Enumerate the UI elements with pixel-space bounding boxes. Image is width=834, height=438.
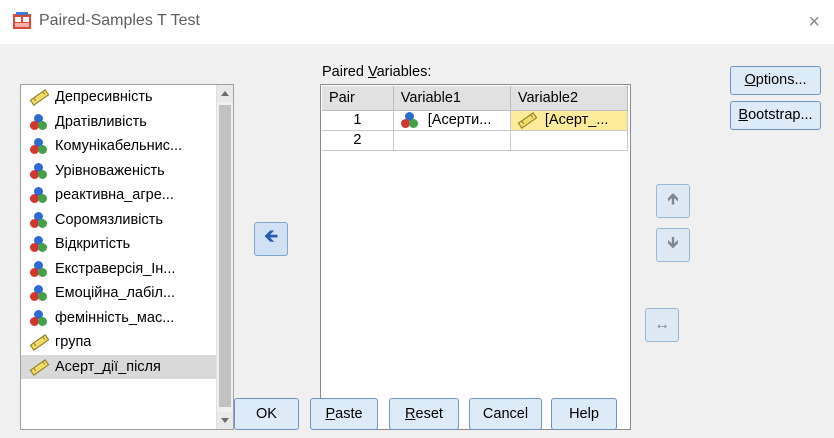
ok-button[interactable]: OK [234,398,299,430]
scale-ruler-icon [29,333,50,352]
nominal-icon [29,211,49,229]
paste-button[interactable]: Paste [310,398,378,430]
nominal-icon [29,235,49,253]
list-item-label: Дратівливість [55,113,147,130]
variable2-value: [Асерт_... [544,111,609,128]
move-to-pair-button[interactable]: 🡸 [254,222,288,256]
nominal-icon [29,162,49,180]
variable1-value: [Асерти... [427,111,492,128]
variable1-cell[interactable]: [Асерти... [393,110,511,131]
list-item-label: Відкритість [55,236,131,253]
dialog-body: Депресивність Дратівливість Комунікабельни… [0,44,834,438]
scale-ruler-icon [29,358,50,376]
list-item[interactable]: Комунікабельнис... [21,134,233,159]
column-header-variable2: Variable2 [510,86,629,111]
list-item-label: Депресивність [55,89,153,106]
source-list-scrollbar[interactable] [216,85,233,429]
table-row[interactable]: 1 [Асерти... [Асерт_... [322,110,629,131]
help-button[interactable]: Help [551,398,617,430]
nominal-icon [29,113,49,131]
variable1-cell[interactable] [393,130,511,151]
scroll-up-icon[interactable] [217,85,233,102]
list-item-label: група [55,334,92,351]
column-header-variable1: Variable1 [393,86,511,111]
list-item[interactable]: Емоційна_лабіл... [21,281,233,306]
list-item-label: фемінність_мас... [55,309,175,326]
nominal-icon [29,309,49,327]
options-button[interactable]: Options... [730,66,821,95]
cancel-button[interactable]: Cancel [469,398,542,430]
list-item[interactable]: Депресивність [21,85,233,110]
nominal-icon [29,284,49,302]
list-item-label: Комунікабельнис... [55,138,183,155]
app-icon [13,12,31,29]
variable2-cell[interactable] [510,130,629,151]
list-item[interactable]: Дратівливість [21,110,233,135]
arrow-up-icon: 🡹 [667,190,679,208]
scale-ruler-icon [29,88,50,107]
list-item[interactable]: Відкритість [21,232,233,257]
list-item-label: Асерт_дії_після [55,358,161,375]
window-title: Paired-Samples T Test [39,12,200,29]
list-item[interactable]: реактивна_агре... [21,183,233,208]
table-row[interactable]: 2 [322,130,629,151]
list-item-label: реактивна_агре... [55,187,174,204]
move-down-button[interactable]: 🡻 [656,228,690,262]
nominal-icon [29,186,49,204]
swap-icon: ↔ [654,316,670,333]
column-header-pair: Pair [322,86,394,111]
pair-number: 2 [322,130,394,151]
variable2-cell[interactable]: [Асерт_... [510,110,629,131]
list-item-label: Соромязливість [55,211,163,228]
paired-variables-table: Pair Variable1 Variable2 1 [Асерти... [А… [322,86,629,151]
move-up-button[interactable]: 🡹 [656,184,690,218]
list-item[interactable]: фемінність_мас... [21,306,233,331]
nominal-icon [400,111,420,129]
bootstrap-button[interactable]: Bootstrap... [730,101,821,130]
list-item-label: Урівноваженість [55,162,165,179]
list-item[interactable]: Урівноваженість [21,159,233,184]
list-item[interactable]: Соромязливість [21,208,233,233]
list-item-label: Емоційна_лабіл... [55,285,176,302]
nominal-icon [29,137,49,155]
title-bar: Paired-Samples T Test × [0,0,834,44]
scale-ruler-icon [517,111,538,129]
list-item[interactable]: група [21,330,233,355]
list-item[interactable]: Асерт_дії_після [21,354,233,379]
list-item[interactable]: Екстраверсія_Ін... [21,257,233,282]
list-item-label: Екстраверсія_Ін... [55,260,176,277]
close-icon[interactable]: × [808,12,820,32]
scroll-down-icon[interactable] [217,412,233,429]
arrow-left-icon: 🡸 [263,226,279,246]
paired-variables-table-box[interactable]: Pair Variable1 Variable2 1 [Асерти... [А… [320,84,631,430]
nominal-icon [29,260,49,278]
swap-variables-button[interactable]: ↔ [645,308,679,342]
reset-button[interactable]: Reset [389,398,459,430]
paired-variables-label: Paired Variables: [322,64,432,80]
source-variable-list[interactable]: Депресивність Дратівливість Комунікабельни… [20,84,234,430]
scroll-thumb[interactable] [219,105,231,407]
pair-number: 1 [322,110,394,131]
arrow-down-icon: 🡻 [667,234,679,252]
